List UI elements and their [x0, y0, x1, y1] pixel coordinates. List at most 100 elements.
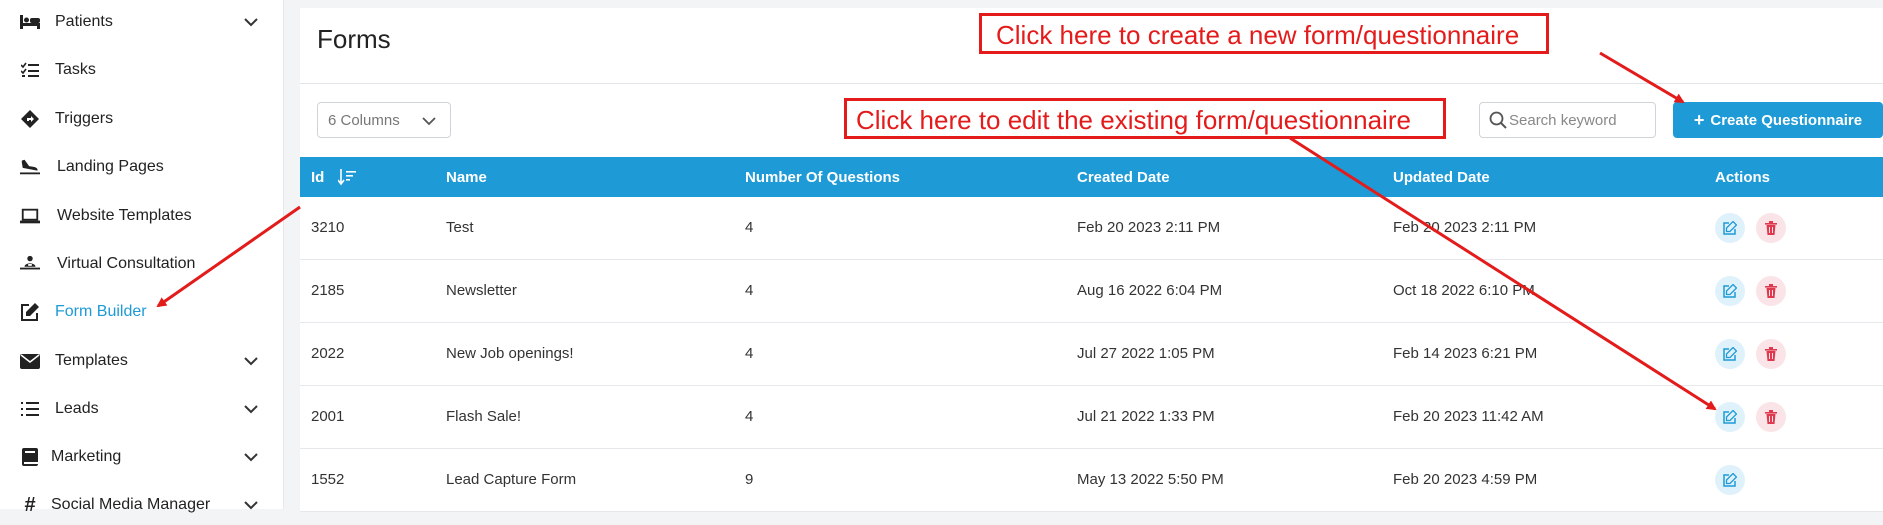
edit-callout: Click here to edit the existing form/que…	[844, 98, 1446, 139]
cell-questions: 4	[745, 282, 754, 299]
checklist-icon	[20, 60, 40, 80]
edit-icon	[1723, 473, 1737, 487]
column-header-name[interactable]: Name	[446, 169, 487, 186]
cell-name: Newsletter	[446, 282, 517, 299]
columns-dropdown[interactable]: 6 Columns	[317, 102, 451, 138]
table-row: 2022 New Job openings! 4 Jul 27 2022 1:0…	[300, 323, 1883, 386]
trash-icon	[1765, 347, 1777, 361]
sidebar-item-label: Tasks	[55, 61, 96, 78]
column-header-updated[interactable]: Updated Date	[1393, 169, 1490, 186]
sidebar-item-label: Leads	[55, 400, 99, 417]
sidebar: Patients Tasks Triggers Landing Pages We…	[0, 0, 284, 516]
sidebar-item-label: Marketing	[51, 448, 122, 465]
cell-updated: Feb 20 2023 11:42 AM	[1393, 408, 1544, 425]
chevron-down-icon	[243, 353, 259, 369]
delete-button[interactable]	[1756, 402, 1786, 432]
chevron-down-icon	[243, 14, 259, 30]
chevron-down-icon	[243, 497, 259, 513]
cell-id: 2001	[311, 408, 345, 425]
cell-id: 3210	[311, 219, 345, 236]
page-title: Forms	[317, 24, 391, 54]
table-row: 2185 Newsletter 4 Aug 16 2022 6:04 PM Oc…	[300, 260, 1883, 323]
list-icon	[20, 399, 40, 419]
sidebar-item-virtual-consultation[interactable]: Virtual Consultation	[0, 244, 283, 284]
column-header-created[interactable]: Created Date	[1077, 169, 1170, 186]
diamond-arrow-icon	[20, 109, 40, 129]
sidebar-item-templates[interactable]: Templates	[0, 341, 283, 381]
trash-icon	[1765, 284, 1777, 298]
cell-id: 1552	[311, 471, 345, 488]
cell-created: Feb 20 2023 2:11 PM	[1077, 219, 1221, 236]
cell-created: Jul 27 2022 1:05 PM	[1077, 345, 1215, 362]
bed-icon	[20, 12, 40, 32]
edit-icon	[1723, 284, 1737, 298]
delete-button[interactable]	[1756, 213, 1786, 243]
trash-icon	[1765, 410, 1777, 424]
cell-name: New Job openings!	[446, 345, 574, 362]
cell-questions: 4	[745, 345, 754, 362]
table-row: 1552 Lead Capture Form 9 May 13 2022 5:5…	[300, 449, 1883, 512]
sidebar-item-website-templates[interactable]: Website Templates	[0, 196, 283, 236]
sidebar-item-triggers[interactable]: Triggers	[0, 99, 283, 139]
sidebar-item-label: Landing Pages	[57, 158, 164, 175]
sidebar-item-label: Social Media Manager	[51, 496, 211, 513]
chevron-down-icon	[243, 449, 259, 465]
sort-descending-icon[interactable]	[337, 168, 356, 191]
search-input[interactable]	[1509, 109, 1649, 131]
delete-button[interactable]	[1756, 339, 1786, 369]
create-questionnaire-label: Create Questionnaire	[1710, 111, 1863, 129]
edit-button[interactable]	[1715, 465, 1745, 495]
delete-button[interactable]	[1756, 276, 1786, 306]
chevron-down-icon	[422, 113, 436, 131]
edit-button[interactable]	[1715, 339, 1745, 369]
column-header-id[interactable]: Id	[311, 169, 324, 186]
edit-button[interactable]	[1715, 276, 1745, 306]
cell-created: Aug 16 2022 6:04 PM	[1077, 282, 1223, 299]
cell-updated: Feb 20 2023 4:59 PM	[1393, 471, 1538, 488]
column-header-questions[interactable]: Number Of Questions	[745, 169, 900, 186]
table-row: 2001 Flash Sale! 4 Jul 21 2022 1:33 PM F…	[300, 386, 1883, 449]
sidebar-item-label: Form Builder	[55, 303, 147, 320]
cell-questions: 4	[745, 219, 754, 236]
chevron-down-icon	[243, 401, 259, 417]
plus-icon: +	[1693, 110, 1705, 130]
sidebar-item-landing-pages[interactable]: Landing Pages	[0, 147, 283, 187]
edit-button[interactable]	[1715, 402, 1745, 432]
sidebar-item-social-media-manager[interactable]: # Social Media Manager	[0, 485, 283, 525]
trash-icon	[1765, 221, 1777, 235]
envelope-icon	[20, 351, 40, 371]
sidebar-item-leads[interactable]: Leads	[0, 389, 283, 429]
sidebar-item-patients[interactable]: Patients	[0, 2, 283, 42]
cell-created: May 13 2022 5:50 PM	[1077, 471, 1224, 488]
edit-button[interactable]	[1715, 213, 1745, 243]
cell-name: Flash Sale!	[446, 408, 522, 425]
cell-created: Jul 21 2022 1:33 PM	[1077, 408, 1215, 425]
column-header-actions: Actions	[1715, 169, 1771, 186]
sidebar-item-label: Virtual Consultation	[57, 255, 196, 272]
cell-name: Test	[446, 219, 474, 236]
hashtag-icon: #	[24, 493, 36, 516]
edit-form-icon	[20, 302, 40, 322]
table-row: 3210 Test 4 Feb 20 2023 2:11 PM Feb 20 2…	[300, 197, 1883, 260]
cell-questions: 9	[745, 471, 754, 488]
search-icon	[1489, 111, 1507, 134]
doctor-icon	[20, 254, 40, 274]
create-callout: Click here to create a new form/question…	[979, 13, 1549, 54]
table-header: Id Name Number Of Questions Created Date…	[300, 157, 1883, 197]
sidebar-item-marketing[interactable]: Marketing	[0, 437, 283, 477]
cell-id: 2185	[311, 282, 345, 299]
search-box	[1479, 102, 1656, 138]
edit-icon	[1723, 221, 1737, 235]
sidebar-item-label: Patients	[55, 13, 113, 30]
cell-questions: 4	[745, 408, 754, 425]
sidebar-item-label: Templates	[55, 352, 128, 369]
create-questionnaire-button[interactable]: + Create Questionnaire	[1673, 102, 1883, 138]
sidebar-item-tasks[interactable]: Tasks	[0, 50, 283, 90]
columns-dropdown-value: 6 Columns	[328, 112, 400, 129]
edit-icon	[1723, 410, 1737, 424]
laptop-icon	[20, 206, 40, 226]
sidebar-item-label: Website Templates	[57, 207, 192, 224]
cell-updated: Feb 14 2023 6:21 PM	[1393, 345, 1538, 362]
cell-name: Lead Capture Form	[446, 471, 577, 488]
sidebar-item-form-builder[interactable]: Form Builder	[0, 292, 283, 332]
